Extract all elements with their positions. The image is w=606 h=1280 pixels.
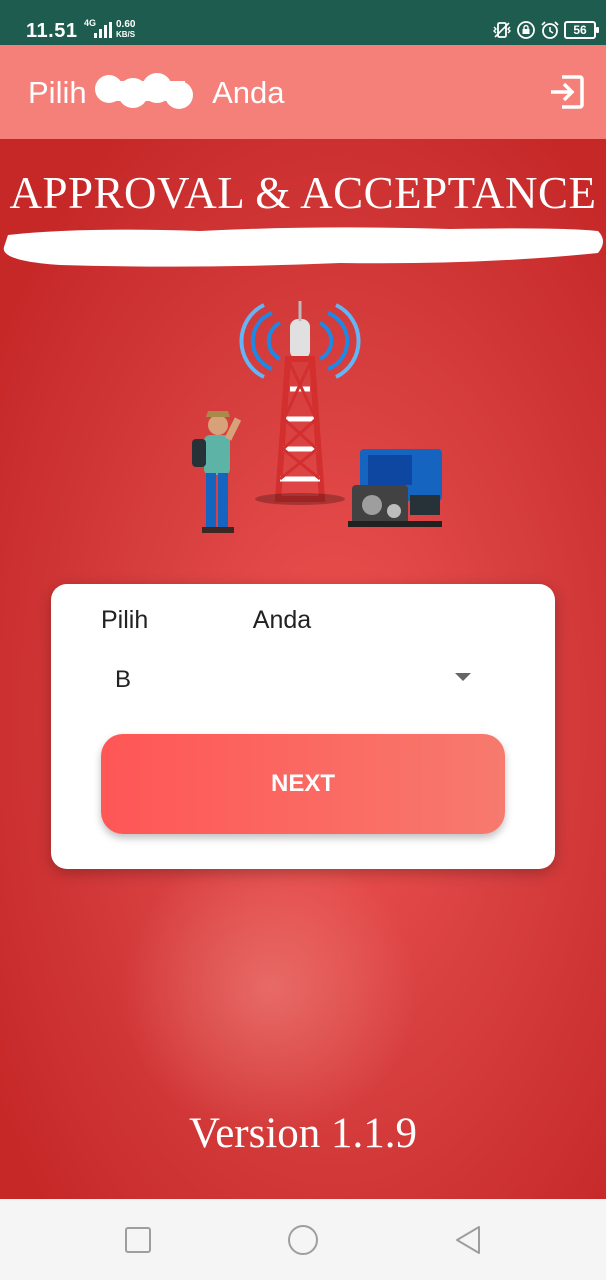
- selection-card: Pilih Anda B NEXT: [51, 584, 555, 869]
- status-icons: 56: [492, 20, 599, 40]
- vibrate-icon: [493, 22, 511, 38]
- page-title-suffix: Anda: [212, 75, 285, 111]
- dropdown-arrow-icon[interactable]: [455, 673, 471, 681]
- home-icon[interactable]: [286, 1223, 320, 1257]
- network-speed-value: 0.60: [116, 19, 136, 30]
- dropdown-selected-value: B: [115, 666, 132, 693]
- lock-rotation-icon: [517, 21, 535, 39]
- banner-headline: APPROVAL & ACCEPTANCE: [9, 168, 597, 218]
- select-label-suffix: Anda: [252, 606, 312, 634]
- network-speed-unit: KB/S: [116, 30, 136, 39]
- battery-level: 56: [573, 23, 587, 37]
- network-speed: 0.60 KB/S: [116, 20, 135, 40]
- system-nav-bar: [0, 1199, 606, 1280]
- version-label: Version 1.1.9: [188, 1110, 418, 1157]
- logout-icon[interactable]: [548, 73, 586, 111]
- signal-icon: [94, 22, 112, 38]
- status-bar: 11.51 4G 0.60 KB/S 56: [0, 0, 606, 45]
- back-icon[interactable]: [451, 1223, 485, 1257]
- page-title-prefix: Pilih: [28, 75, 87, 111]
- page-title: Pilih Anda: [28, 73, 285, 115]
- redaction-band: [3, 227, 603, 267]
- main-content: APPROVAL & ACCEPTANCE Pilih Anda B NEXT …: [0, 139, 606, 1199]
- redaction-mark: [95, 73, 194, 109]
- alarm-icon: [541, 21, 559, 39]
- app-bar: Pilih Anda: [0, 45, 606, 139]
- next-button[interactable]: NEXT: [101, 734, 505, 834]
- battery-icon: 56: [564, 21, 599, 39]
- select-label-prefix: Pilih: [101, 606, 149, 634]
- recents-icon[interactable]: [121, 1223, 155, 1257]
- status-time: 11.51: [26, 20, 78, 42]
- tower-illustration: [192, 301, 442, 533]
- redaction-mark: [155, 607, 248, 636]
- select-label: Pilih Anda: [101, 606, 312, 636]
